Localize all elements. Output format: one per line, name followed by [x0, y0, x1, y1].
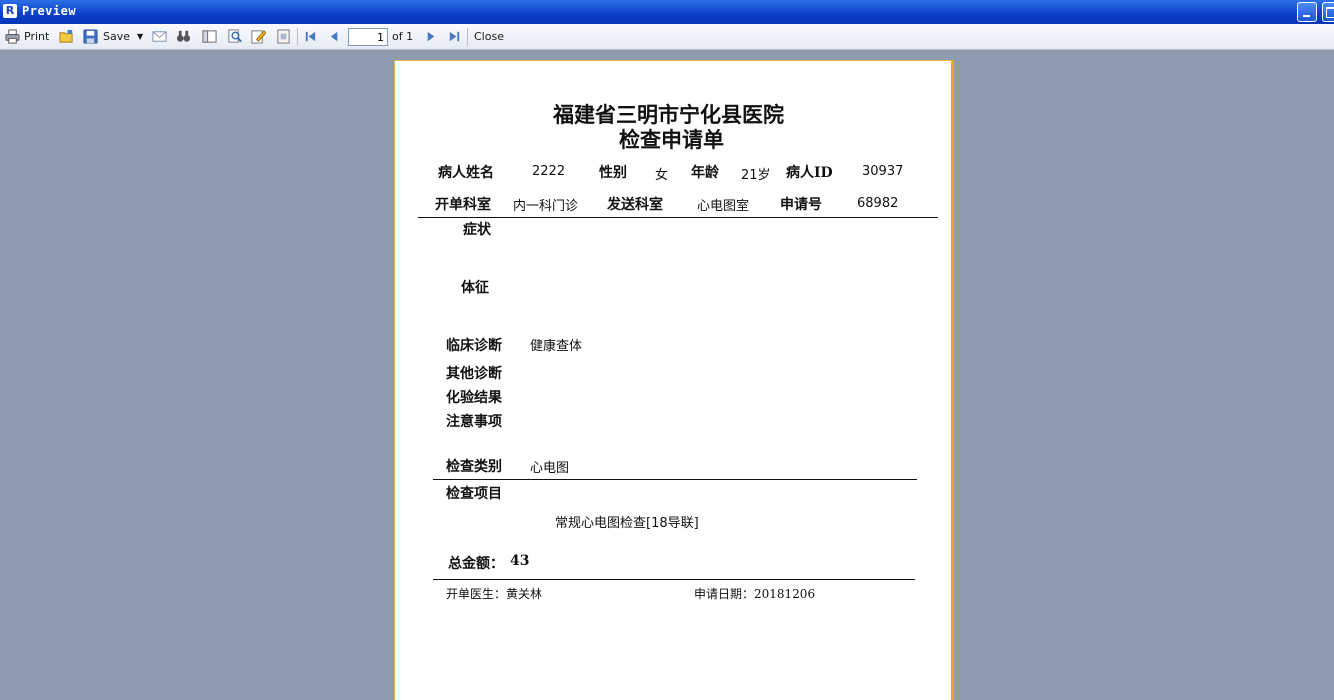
- first-page-icon[interactable]: [303, 29, 318, 44]
- next-page-icon[interactable]: [423, 29, 438, 44]
- save-disk-icon[interactable]: [83, 29, 98, 44]
- find-binoculars-icon[interactable]: [176, 29, 191, 44]
- last-page-icon[interactable]: [447, 29, 462, 44]
- page-count: of 1: [392, 30, 414, 43]
- clinical-dx-value: 健康查体: [530, 339, 583, 354]
- close-button[interactable]: Close: [474, 28, 504, 46]
- page-setup-icon[interactable]: [202, 29, 217, 44]
- gender-value: 女: [655, 168, 669, 183]
- zoom-icon[interactable]: [227, 29, 242, 44]
- sign-label: 体征: [461, 280, 489, 296]
- email-icon[interactable]: [152, 29, 167, 44]
- chevron-down-icon[interactable]: ▼: [137, 28, 143, 46]
- minimize-button[interactable]: [1297, 2, 1317, 22]
- toolbar: [0, 24, 1334, 50]
- edit-page-icon[interactable]: [251, 29, 266, 44]
- exam-type-value: 心电图: [530, 461, 570, 476]
- save-button[interactable]: Save: [103, 28, 130, 46]
- print-button[interactable]: Print: [24, 28, 49, 46]
- doctor-text: 开单医生：黄关林: [446, 587, 543, 601]
- gender-label: 性别: [599, 165, 627, 181]
- watermark-icon[interactable]: [276, 29, 291, 44]
- patient-id-value: 30937: [862, 164, 904, 179]
- window-title: Preview: [22, 4, 77, 18]
- lab-result-label: 化验结果: [446, 390, 502, 406]
- patient-name-label: 病人姓名: [438, 165, 494, 181]
- print-icon[interactable]: [5, 29, 20, 44]
- open-folder-icon[interactable]: [59, 29, 74, 44]
- send-dept-value: 心电图室: [697, 199, 750, 214]
- page-number-input[interactable]: [348, 28, 388, 46]
- dept-value: 内一科门诊: [513, 199, 579, 214]
- dept-label: 开单科室: [435, 197, 491, 213]
- previous-page-icon[interactable]: [327, 29, 342, 44]
- divider-line: [433, 579, 915, 580]
- total-value: 43: [510, 553, 530, 569]
- other-dx-label: 其他诊断: [446, 366, 502, 382]
- toolbar-separator: [467, 28, 468, 46]
- exam-item-value: 常规心电图检查[18导联]: [555, 516, 699, 531]
- request-no-value: 68982: [857, 196, 899, 211]
- form-title: 检查申请单: [619, 127, 724, 152]
- exam-type-label: 检查类别: [446, 459, 502, 475]
- exam-items-label: 检查项目: [446, 486, 502, 502]
- window-title-bar: R Preview: [0, 0, 1334, 24]
- patient-id-label: 病人ID: [786, 165, 833, 181]
- clinical-dx-label: 临床诊断: [446, 338, 502, 354]
- divider-line: [418, 217, 938, 218]
- total-label: 总金额：: [448, 556, 504, 572]
- request-no-label: 申请号: [780, 197, 822, 213]
- age-label: 年龄: [691, 165, 719, 181]
- divider-line: [433, 479, 917, 480]
- send-dept-label: 发送科室: [607, 197, 663, 213]
- toolbar-separator: [297, 28, 298, 46]
- app-icon: R: [3, 4, 17, 18]
- symptom-label: 症状: [463, 222, 491, 238]
- report-page: 福建省三明市宁化县医院 检查申请单 病人姓名 2222 性别 女 年龄 21岁 …: [394, 60, 954, 700]
- date-text: 申请日期：20181206: [694, 587, 816, 601]
- patient-name-value: 2222: [532, 164, 566, 179]
- maximize-button[interactable]: [1322, 2, 1334, 22]
- age-value: 21岁: [741, 168, 771, 183]
- notes-label: 注意事项: [446, 414, 502, 430]
